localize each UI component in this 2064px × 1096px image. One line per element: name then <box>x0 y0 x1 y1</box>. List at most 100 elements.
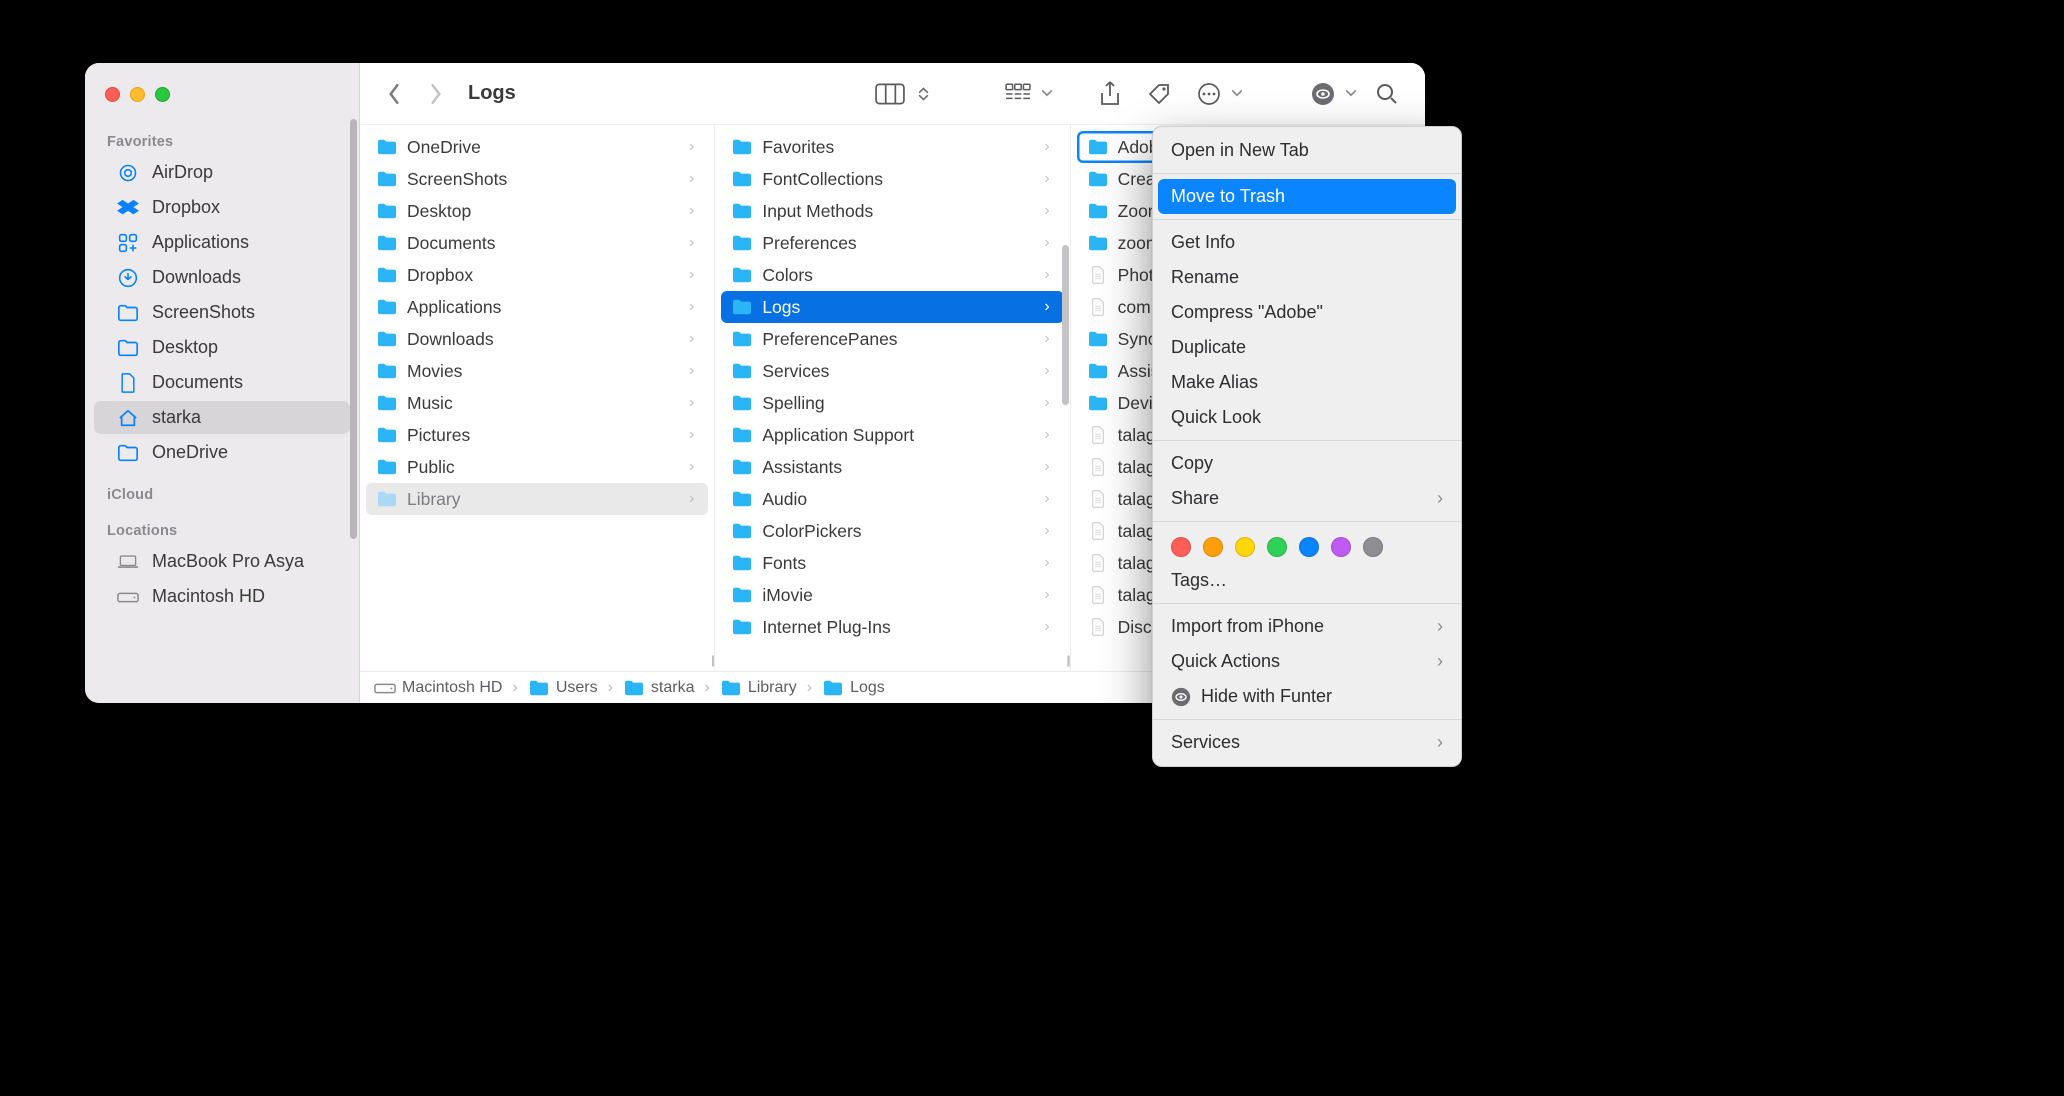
folder-row-internet-plug-ins[interactable]: Internet Plug-Ins› <box>721 611 1063 643</box>
menu-quick-look[interactable]: Quick Look <box>1153 400 1461 435</box>
folder-row-movies[interactable]: Movies› <box>366 355 708 387</box>
tag-color-dot[interactable] <box>1299 537 1319 557</box>
folder-row-applications[interactable]: Applications› <box>366 291 708 323</box>
more-actions-button[interactable] <box>1189 78 1229 110</box>
sidebar-scrollbar[interactable] <box>348 119 359 697</box>
item-name: Preferences <box>762 233 1035 254</box>
menu-get-info[interactable]: Get Info <box>1153 225 1461 260</box>
folder-row-audio[interactable]: Audio› <box>721 483 1063 515</box>
menu-tags[interactable]: Tags… <box>1153 563 1461 598</box>
sidebar-item-applications[interactable]: Applications <box>94 226 350 259</box>
chevron-right-icon: › <box>1044 554 1049 572</box>
sidebar-item-documents[interactable]: Documents <box>94 366 350 399</box>
minimize-window-button[interactable] <box>130 87 145 102</box>
tag-color-dot[interactable] <box>1203 537 1223 557</box>
menu-rename[interactable]: Rename <box>1153 260 1461 295</box>
chevron-right-icon: › <box>1044 586 1049 604</box>
menu-duplicate[interactable]: Duplicate <box>1153 330 1461 365</box>
item-name: Internet Plug-Ins <box>762 617 1035 638</box>
sidebar-item-macbook-pro-asya[interactable]: MacBook Pro Asya <box>94 545 350 578</box>
tag-color-dot[interactable] <box>1171 537 1191 557</box>
folder-row-desktop[interactable]: Desktop› <box>366 195 708 227</box>
path-item-library[interactable]: Library <box>720 679 797 697</box>
menu-hide-funter[interactable]: Hide with Funter <box>1153 679 1461 714</box>
sidebar-item-macintosh-hd[interactable]: Macintosh HD <box>94 580 350 613</box>
sidebar-item-dropbox[interactable]: Dropbox <box>94 191 350 224</box>
quick-look-eye-button[interactable] <box>1303 78 1343 110</box>
tag-color-dot[interactable] <box>1363 537 1383 557</box>
forward-button[interactable] <box>420 83 452 105</box>
sidebar-item-label: Desktop <box>152 337 218 358</box>
column-resize-handle[interactable]: || <box>711 653 713 667</box>
sidebar-item-label: starka <box>152 407 201 428</box>
group-by-button[interactable] <box>997 79 1039 109</box>
folder-row-downloads[interactable]: Downloads› <box>366 323 708 355</box>
path-item-macintosh-hd[interactable]: Macintosh HD <box>374 679 502 697</box>
folder-row-colors[interactable]: Colors› <box>721 259 1063 291</box>
back-button[interactable] <box>378 83 410 105</box>
tag-color-dot[interactable] <box>1235 537 1255 557</box>
folder-row-documents[interactable]: Documents› <box>366 227 708 259</box>
folder-row-colorpickers[interactable]: ColorPickers› <box>721 515 1063 547</box>
path-label: Logs <box>850 679 885 697</box>
path-item-users[interactable]: Users <box>528 679 598 697</box>
item-name: FontCollections <box>762 169 1035 190</box>
sidebar-item-desktop[interactable]: Desktop <box>94 331 350 364</box>
item-name: PreferencePanes <box>762 329 1035 350</box>
view-switch-chevrons[interactable] <box>918 86 929 102</box>
path-item-logs[interactable]: Logs <box>822 679 885 697</box>
sidebar-item-downloads[interactable]: Downloads <box>94 261 350 294</box>
menu-share[interactable]: Share› <box>1153 481 1461 516</box>
fullscreen-window-button[interactable] <box>155 87 170 102</box>
chevron-down-icon <box>1231 89 1243 98</box>
menu-compress[interactable]: Compress "Adobe" <box>1153 295 1461 330</box>
path-item-starka[interactable]: starka <box>623 679 695 697</box>
tag-color-dot[interactable] <box>1331 537 1351 557</box>
folder-row-public[interactable]: Public› <box>366 451 708 483</box>
tags-button[interactable] <box>1139 78 1179 110</box>
sidebar-item-starka[interactable]: starka <box>94 401 350 434</box>
sidebar-item-airdrop[interactable]: AirDrop <box>94 156 350 189</box>
close-window-button[interactable] <box>105 87 120 102</box>
menu-make-alias[interactable]: Make Alias <box>1153 365 1461 400</box>
sidebar-item-onedrive[interactable]: OneDrive <box>94 436 350 469</box>
folder-row-screenshots[interactable]: ScreenShots› <box>366 163 708 195</box>
search-button[interactable] <box>1367 78 1407 110</box>
folder-row-assistants[interactable]: Assistants› <box>721 451 1063 483</box>
chevron-right-icon: › <box>689 394 694 412</box>
menu-open-new-tab[interactable]: Open in New Tab <box>1153 133 1461 168</box>
folder-row-fontcollections[interactable]: FontCollections› <box>721 163 1063 195</box>
folder-icon <box>116 303 140 323</box>
sidebar-item-screenshots[interactable]: ScreenShots <box>94 296 350 329</box>
folder-row-imovie[interactable]: iMovie› <box>721 579 1063 611</box>
sidebar-section-locations: Locations <box>85 507 359 543</box>
menu-quick-actions[interactable]: Quick Actions› <box>1153 644 1461 679</box>
menu-services[interactable]: Services› <box>1153 725 1461 760</box>
folder-row-onedrive[interactable]: OneDrive› <box>366 131 708 163</box>
column-resize-handle[interactable]: || <box>1066 653 1068 667</box>
toolbar: Logs <box>360 63 1425 125</box>
folder-row-pictures[interactable]: Pictures› <box>366 419 708 451</box>
column-scrollbar[interactable] <box>1062 245 1069 405</box>
tag-color-dot[interactable] <box>1267 537 1287 557</box>
folder-row-preferences[interactable]: Preferences› <box>721 227 1063 259</box>
menu-copy[interactable]: Copy <box>1153 446 1461 481</box>
view-columns-button[interactable] <box>867 79 913 109</box>
folder-row-preferencepanes[interactable]: PreferencePanes› <box>721 323 1063 355</box>
folder-row-logs[interactable]: Logs› <box>721 291 1063 323</box>
folder-row-application-support[interactable]: Application Support› <box>721 419 1063 451</box>
folder-row-music[interactable]: Music › <box>366 387 708 419</box>
folder-row-dropbox[interactable]: Dropbox› <box>366 259 708 291</box>
disk-icon <box>116 587 140 607</box>
folder-row-spelling[interactable]: Spelling› <box>721 387 1063 419</box>
share-button[interactable] <box>1091 77 1129 111</box>
menu-import-iphone[interactable]: Import from iPhone› <box>1153 609 1461 644</box>
item-name: Desktop <box>407 201 680 222</box>
folder-row-input-methods[interactable]: Input Methods› <box>721 195 1063 227</box>
folder-row-services[interactable]: Services› <box>721 355 1063 387</box>
item-name: Music <box>407 393 680 414</box>
folder-row-favorites[interactable]: Favorites› <box>721 131 1063 163</box>
folder-row-library[interactable]: Library› <box>366 483 708 515</box>
folder-row-fonts[interactable]: Fonts› <box>721 547 1063 579</box>
menu-move-to-trash[interactable]: Move to Trash <box>1158 179 1456 214</box>
